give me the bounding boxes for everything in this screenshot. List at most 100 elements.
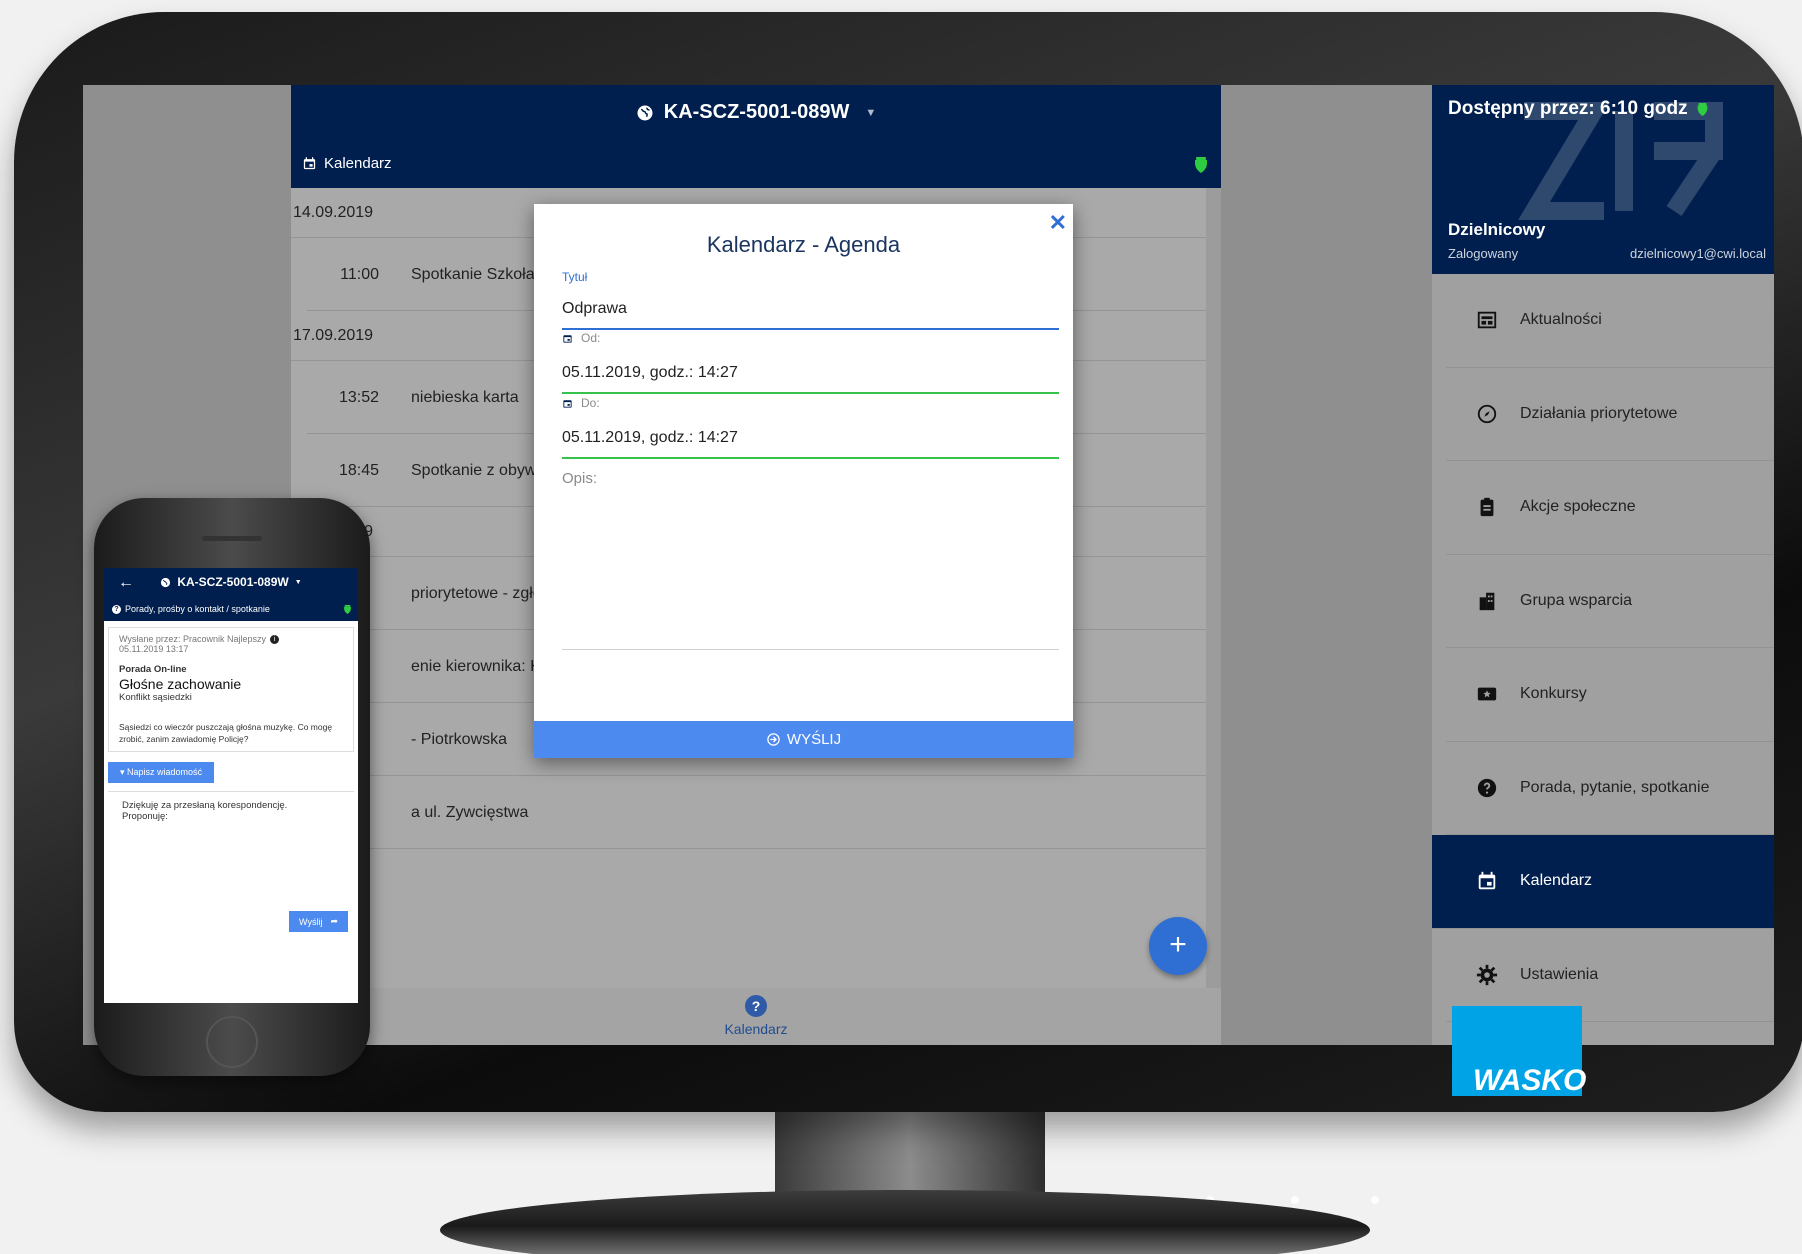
caret-down-icon: ▾ <box>120 767 128 777</box>
title-field[interactable]: Odprawa <box>562 300 1059 330</box>
submit-button[interactable]: WYŚLIJ <box>534 721 1073 758</box>
unit-id: KA-SCZ-5001-089W <box>663 101 850 123</box>
sidebar-item-label: Konkursy <box>1520 685 1587 703</box>
sent-date: 05.11.2019 13:17 <box>119 644 189 654</box>
police-badge-icon <box>344 605 351 614</box>
message-body: Sąsiedzi co wieczór puszczają głośna muz… <box>119 722 333 744</box>
sidebar-item-label: Grupa wsparcia <box>1520 591 1633 609</box>
description-textarea[interactable]: Opis: <box>562 470 1059 650</box>
bottom-nav-kalendarz[interactable]: ? Kalendarz <box>291 988 1221 1045</box>
section-title: Kalendarz <box>302 155 392 172</box>
app-header: KA-SCZ-5001-089W ▼ Kalendarz <box>291 85 1221 188</box>
event-title: Spotkanie Szkoła <box>411 266 535 283</box>
message-subcategory: Konflikt sąsiedzki <box>119 692 192 703</box>
unit-selector[interactable]: KA-SCZ-5001-089W ▼ <box>291 101 1221 124</box>
calendar-icon <box>303 157 316 170</box>
monitor-neck <box>775 1105 1045 1200</box>
write-message-button[interactable]: ▾ Napisz wiadomość <box>108 762 215 783</box>
phone-send-button[interactable]: Wyślij ➦ <box>289 911 348 932</box>
sidebar-item-help[interactable]: Porada, pytanie, spotkanie <box>1446 742 1774 835</box>
phone-unit-id: KA-SCZ-5001-089W <box>177 575 289 589</box>
decor-dot <box>1371 1196 1379 1204</box>
sidebar-menu: Aktualności Działania priorytetowe Akcje s… <box>1432 274 1774 1022</box>
event-title: niebieska karta <box>411 389 519 406</box>
sidebar-item-label: Porada, pytanie, spotkanie <box>1520 778 1710 796</box>
phone-home-button <box>206 1016 258 1068</box>
bottom-nav-label: Kalendarz <box>724 1021 788 1037</box>
help-icon <box>1476 777 1498 799</box>
sidebar-item-label: Akcje społeczne <box>1520 498 1636 516</box>
message-meta: Wysłane przez: Pracownik Najlepszy i <box>119 634 343 644</box>
sender: Wysłane przez: Pracownik Najlepszy <box>119 634 266 644</box>
clipboard-icon <box>1476 496 1498 518</box>
sidebar: Dostępny przez: 6:10 godz Dzielnicowy Za… <box>1432 85 1774 1045</box>
decor-dot <box>1291 1196 1299 1204</box>
phone-send-label: Wyślij <box>299 916 323 927</box>
title-label: Tytuł <box>562 270 588 284</box>
phone-speaker <box>202 536 262 541</box>
gear-icon <box>1476 964 1498 986</box>
submit-label: WYŚLIJ <box>786 731 842 748</box>
add-event-button[interactable]: + <box>1149 917 1207 975</box>
phone-section: ? Porady, prośby o kontakt / spotkanie <box>112 604 270 614</box>
scrollbar[interactable] <box>1206 188 1221 988</box>
newspaper-icon <box>1476 309 1498 331</box>
phone-screen: ← KA-SCZ-5001-089W ▼ ? Porady, prośby o … <box>104 568 358 1003</box>
agenda-dialog: ✕ Kalendarz - Agenda Tytuł Odprawa Od: 0… <box>534 204 1073 758</box>
dialog-title: Kalendarz - Agenda <box>706 232 901 257</box>
to-field[interactable]: 05.11.2019, godz.: 14:27 <box>562 429 1059 459</box>
monitor-base <box>440 1190 1370 1254</box>
write-message-label: Napisz wiadomość <box>127 767 203 777</box>
chevron-down-icon: ▼ <box>294 578 302 586</box>
message-category: Porada On-line <box>119 664 187 675</box>
brand-logo: WASKO <box>1452 1006 1586 1097</box>
compass-icon <box>1476 403 1498 425</box>
building-icon <box>1476 590 1498 612</box>
user-email: dzielnicowy1@cwi.local <box>1629 246 1766 261</box>
sidebar-item-calendar[interactable]: Kalendarz <box>1432 835 1774 929</box>
message-subject: Głośne zachowanie <box>119 676 242 692</box>
to-label-text: Do: <box>581 396 600 410</box>
calendar-icon <box>1476 870 1498 892</box>
availability-text: Dostępny przez: 6:10 godz <box>1448 98 1688 119</box>
sidebar-item-label: Ustawienia <box>1520 965 1599 983</box>
login-arrow-icon <box>767 733 780 746</box>
phone-unit-selector[interactable]: KA-SCZ-5001-089W ▼ <box>104 575 358 589</box>
reply-line: Dziękuję za przesłaną korespondencję. <box>122 800 288 811</box>
sidebar-item-clipboard[interactable]: Akcje społeczne <box>1446 461 1774 555</box>
reply-line: Proponuję: <box>122 811 168 822</box>
event-time: 11:00 <box>340 266 379 283</box>
section-label: Kalendarz <box>324 155 392 172</box>
from-field[interactable]: 05.11.2019, godz.: 14:27 <box>562 364 1059 394</box>
sidebar-item-label: Kalendarz <box>1520 872 1593 890</box>
calendar-icon <box>563 399 572 408</box>
sidebar-item-label: Aktualności <box>1520 311 1602 329</box>
police-badge-icon <box>1195 157 1207 173</box>
help-icon: ? <box>745 995 767 1017</box>
police-badge-icon <box>1697 102 1708 116</box>
phone-section-label: Porady, prośby o kontakt / spotkanie <box>125 604 270 614</box>
message-card: Wysłane przez: Pracownik Najlepszy i 05.… <box>108 627 354 752</box>
ticket-icon <box>1476 683 1498 705</box>
brand-text: WASKO <box>1473 1064 1587 1097</box>
sidebar-item-label: Działania priorytetowe <box>1520 404 1678 422</box>
globe-icon <box>161 577 171 587</box>
help-icon: ? <box>112 604 121 614</box>
globe-icon <box>637 105 653 120</box>
share-arrow-icon: ➦ <box>330 916 338 926</box>
event-title: a ul. Zywcięstwa <box>411 804 529 821</box>
sidebar-item-compass[interactable]: Działania priorytetowe <box>1446 368 1774 461</box>
event-item[interactable]: a ul. Zywcięstwa <box>307 776 1206 849</box>
info-icon[interactable]: i <box>269 634 279 644</box>
user-status: Zalogowany <box>1448 246 1519 261</box>
sidebar-item-building[interactable]: Grupa wsparcia <box>1446 555 1774 648</box>
reply-textarea[interactable]: Dziękuję za przesłaną korespondencję. Pr… <box>108 791 354 899</box>
from-label: Od: <box>562 331 600 345</box>
from-label-text: Od: <box>581 331 601 345</box>
chevron-down-icon: ▼ <box>865 106 877 119</box>
sidebar-item-newspaper[interactable]: Aktualności <box>1446 274 1774 368</box>
sidebar-item-ticket[interactable]: Konkursy <box>1446 648 1774 742</box>
calendar-icon <box>563 334 572 343</box>
phone-mockup: ← KA-SCZ-5001-089W ▼ ? Porady, prośby o … <box>94 498 370 1076</box>
event-title: - Piotrkowska <box>411 731 508 748</box>
